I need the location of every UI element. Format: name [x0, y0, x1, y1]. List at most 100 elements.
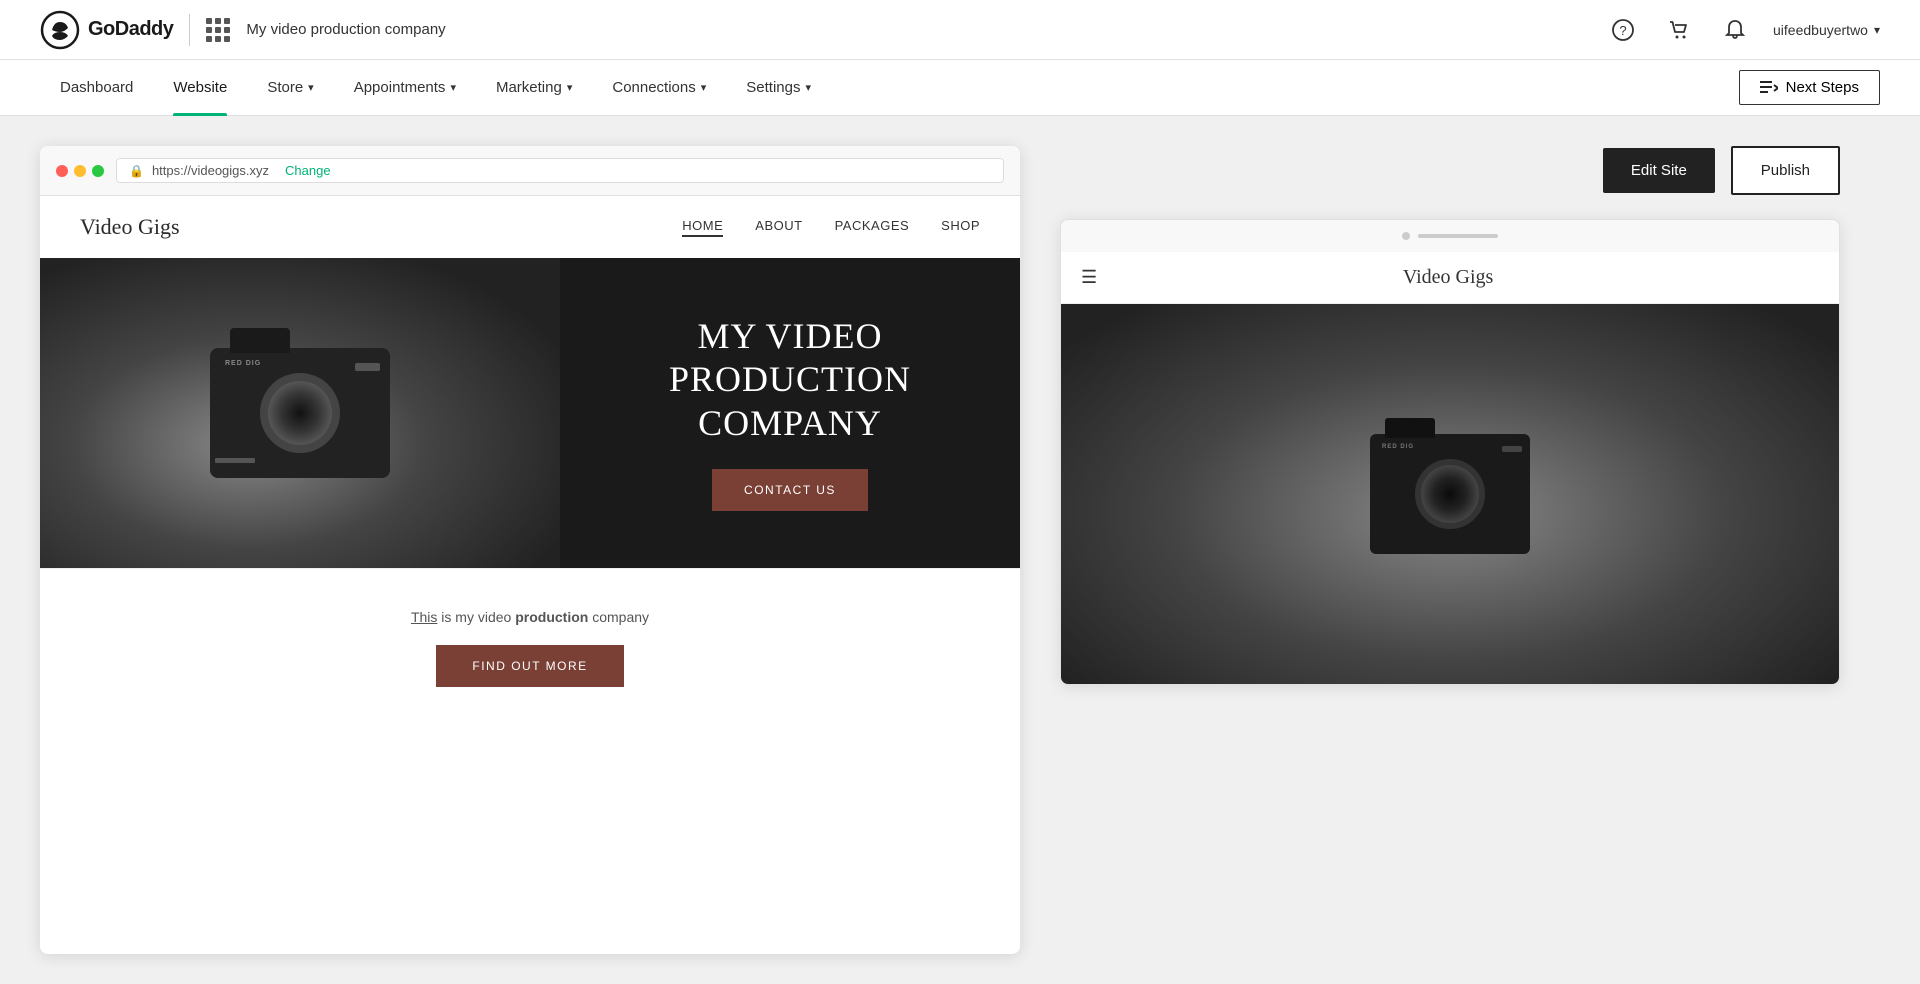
- mobile-header: ☰ Video Gigs: [1061, 252, 1839, 304]
- mobile-preview: ☰ Video Gigs RED DIG: [1060, 219, 1840, 685]
- camera-top: [230, 328, 290, 353]
- mobile-dot-1: [1402, 232, 1410, 240]
- nav-label-dashboard: Dashboard: [60, 79, 133, 96]
- dot-red: [56, 165, 68, 177]
- topbar-divider: [189, 14, 190, 46]
- site-nav-home[interactable]: HOME: [682, 218, 723, 237]
- dot-green: [92, 165, 104, 177]
- mobile-status-bar: [1061, 220, 1839, 252]
- appointments-chevron-icon: ▾: [450, 81, 456, 94]
- connections-chevron-icon: ▾: [701, 81, 707, 94]
- hero-section: RED DIG MY VIDEO PRODUCTION COMPANY CONT…: [40, 258, 1020, 568]
- camera-lens: [260, 373, 340, 453]
- mobile-camera-brand: RED DIG: [1382, 444, 1414, 450]
- site-nav-shop[interactable]: SHOP: [941, 218, 980, 237]
- next-steps-button[interactable]: Next Steps: [1739, 70, 1880, 105]
- change-link[interactable]: Change: [285, 163, 331, 178]
- mobile-menu-icon[interactable]: ☰: [1081, 267, 1097, 288]
- nav-label-store: Store: [267, 79, 303, 96]
- tagline-link[interactable]: This: [411, 609, 437, 625]
- cart-icon: [1668, 19, 1690, 41]
- address-bar: 🔒 https://videogigs.xyz Change: [116, 158, 1004, 183]
- user-chevron-icon: ▾: [1874, 23, 1880, 37]
- mobile-hero: RED DIG: [1061, 304, 1839, 684]
- hero-cta-button[interactable]: CONTACT US: [712, 469, 868, 511]
- help-button[interactable]: ?: [1605, 12, 1641, 48]
- help-icon: ?: [1612, 19, 1634, 41]
- marketing-chevron-icon: ▾: [567, 81, 573, 94]
- cart-button[interactable]: [1661, 12, 1697, 48]
- browser-dots: [56, 165, 104, 177]
- dot-yellow: [74, 165, 86, 177]
- camera-detail: [355, 363, 380, 371]
- right-panel: Edit Site Publish ☰ Video Gigs: [1020, 146, 1880, 954]
- nav-item-connections[interactable]: Connections ▾: [592, 60, 726, 116]
- store-chevron-icon: ▾: [308, 81, 314, 94]
- notification-icon: [1725, 19, 1745, 41]
- hero-text: MY VIDEO PRODUCTION COMPANY CONTACT US: [560, 258, 1020, 568]
- tagline-prefix: is my video: [441, 609, 515, 625]
- camera-brand: RED DIG: [225, 360, 261, 367]
- main-content: 🔒 https://videogigs.xyz Change Video Gig…: [0, 116, 1920, 984]
- below-hero: This is my video production company FIND…: [40, 568, 1020, 727]
- browser-bar: 🔒 https://videogigs.xyz Change: [40, 146, 1020, 196]
- nav-item-dashboard[interactable]: Dashboard: [40, 60, 153, 116]
- tagline: This is my video production company: [80, 609, 980, 625]
- hero-image: RED DIG: [40, 258, 560, 568]
- publish-button[interactable]: Publish: [1731, 146, 1840, 195]
- svg-text:?: ?: [1619, 23, 1626, 38]
- nav-item-appointments[interactable]: Appointments ▾: [334, 60, 476, 116]
- navbar: Dashboard Website Store ▾ Appointments ▾…: [0, 60, 1920, 116]
- website-content: Video Gigs HOME ABOUT PACKAGES SHOP: [40, 196, 1020, 727]
- hero-headline: MY VIDEO PRODUCTION COMPANY: [600, 315, 980, 445]
- camera-detail-2: [215, 458, 255, 463]
- camera-visual: RED DIG: [40, 258, 560, 568]
- site-header: Video Gigs HOME ABOUT PACKAGES SHOP: [40, 196, 1020, 258]
- nav-label-appointments: Appointments: [354, 79, 446, 96]
- nav-item-marketing[interactable]: Marketing ▾: [476, 60, 592, 116]
- topbar-right: ? uifeedbuyertwo ▾: [1605, 12, 1880, 48]
- site-nav: HOME ABOUT PACKAGES SHOP: [682, 218, 980, 237]
- godaddy-text: GoDaddy: [88, 18, 173, 41]
- mobile-camera-top: [1385, 418, 1435, 438]
- nav-links: Dashboard Website Store ▾ Appointments ▾…: [40, 60, 831, 116]
- action-buttons: Edit Site Publish: [1060, 146, 1840, 195]
- lock-icon: 🔒: [129, 164, 144, 178]
- nav-label-website: Website: [173, 79, 227, 96]
- site-nav-about[interactable]: ABOUT: [755, 218, 802, 237]
- godaddy-logo: GoDaddy: [40, 10, 173, 50]
- topbar: GoDaddy My video production company ?: [0, 0, 1920, 60]
- company-name: My video production company: [246, 21, 445, 38]
- camera-body: RED DIG: [210, 348, 390, 478]
- nav-item-store[interactable]: Store ▾: [247, 60, 333, 116]
- mobile-camera-visual: RED DIG: [1061, 304, 1839, 684]
- mobile-content: ☰ Video Gigs RED DIG: [1061, 252, 1839, 684]
- find-more-button[interactable]: FIND OUT MORE: [436, 645, 623, 687]
- site-brand-title: Video Gigs: [80, 214, 180, 240]
- tagline-bold: production: [515, 609, 588, 625]
- settings-chevron-icon: ▾: [805, 81, 811, 94]
- grid-icon[interactable]: [206, 18, 230, 42]
- tagline-suffix: company: [592, 609, 649, 625]
- next-steps-icon: [1760, 80, 1778, 96]
- url-text: https://videogigs.xyz: [152, 163, 269, 178]
- mobile-camera-lens: [1415, 459, 1485, 529]
- mobile-status-bar-indicator: [1418, 234, 1498, 238]
- topbar-left: GoDaddy My video production company: [40, 10, 446, 50]
- nav-label-settings: Settings: [746, 79, 800, 96]
- site-nav-packages[interactable]: PACKAGES: [835, 218, 910, 237]
- nav-item-website[interactable]: Website: [153, 60, 247, 116]
- mobile-camera-body: RED DIG: [1370, 434, 1530, 554]
- nav-label-marketing: Marketing: [496, 79, 562, 96]
- mobile-site-title: Video Gigs: [1403, 266, 1493, 289]
- user-menu-button[interactable]: uifeedbuyertwo ▾: [1773, 22, 1880, 38]
- username-label: uifeedbuyertwo: [1773, 22, 1868, 38]
- godaddy-logo-icon: [40, 10, 80, 50]
- edit-site-button[interactable]: Edit Site: [1603, 148, 1715, 193]
- mobile-camera-detail: [1502, 446, 1522, 452]
- browser-preview: 🔒 https://videogigs.xyz Change Video Gig…: [40, 146, 1020, 954]
- nav-item-settings[interactable]: Settings ▾: [726, 60, 831, 116]
- notification-button[interactable]: [1717, 12, 1753, 48]
- next-steps-label: Next Steps: [1786, 79, 1859, 96]
- nav-label-connections: Connections: [612, 79, 695, 96]
